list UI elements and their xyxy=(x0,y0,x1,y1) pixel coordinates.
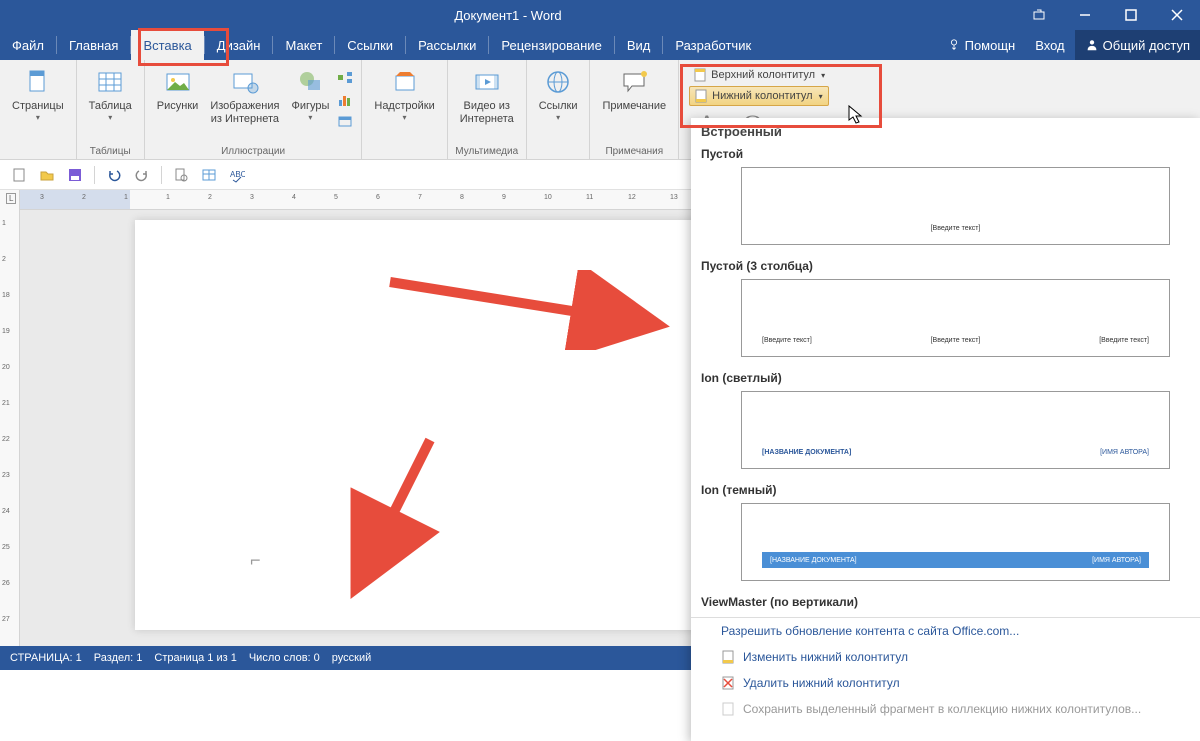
page-icon xyxy=(22,66,54,98)
comment-button[interactable]: Примечание xyxy=(596,64,672,115)
online-picture-icon xyxy=(229,66,261,98)
ribbon-tabs: Файл Главная Вставка Дизайн Макет Ссылки… xyxy=(0,30,1200,60)
edit-footer-item[interactable]: Изменить нижний колонтитул xyxy=(691,644,1200,670)
footer-button[interactable]: Нижний колонтитул▾ xyxy=(689,86,829,106)
shapes-button[interactable]: Фигуры▾ xyxy=(285,64,335,124)
online-pictures-button[interactable]: Изображения из Интернета xyxy=(204,64,285,128)
minimize-button[interactable] xyxy=(1062,0,1108,30)
document-page[interactable]: ⌐ xyxy=(135,220,695,630)
footer-gallery-dropdown: Встроенный Пустой [Введите текст] Пустой… xyxy=(691,118,1200,741)
footer-preset-ion-dark[interactable]: [НАЗВАНИЕ ДОКУМЕНТА][ИМЯ АВТОРА] xyxy=(741,503,1170,581)
tab-references[interactable]: Ссылки xyxy=(335,30,405,60)
store-icon xyxy=(389,66,421,98)
save-to-gallery-item: Сохранить выделенный фрагмент в коллекци… xyxy=(691,696,1200,722)
addins-button[interactable]: Надстройки▾ xyxy=(368,64,440,124)
link-icon xyxy=(542,66,574,98)
shapes-icon xyxy=(294,66,326,98)
online-video-button[interactable]: Видео из Интернета xyxy=(454,64,520,128)
save-button[interactable] xyxy=(64,164,86,186)
close-button[interactable] xyxy=(1154,0,1200,30)
tab-developer[interactable]: Разработчик xyxy=(663,30,763,60)
new-doc-button[interactable] xyxy=(8,164,30,186)
undo-button[interactable] xyxy=(103,164,125,186)
tab-design[interactable]: Дизайн xyxy=(205,30,273,60)
ribbon-display-options-icon[interactable] xyxy=(1016,0,1062,30)
maximize-button[interactable] xyxy=(1108,0,1154,30)
table-icon xyxy=(94,66,126,98)
tab-mailings[interactable]: Рассылки xyxy=(406,30,488,60)
status-page-of[interactable]: Страница 1 из 1 xyxy=(154,652,236,664)
picture-icon xyxy=(162,66,194,98)
video-icon xyxy=(471,66,503,98)
footer-preset-ion-light[interactable]: [НАЗВАНИЕ ДОКУМЕНТА][ИМЯ АВТОРА] xyxy=(741,391,1170,469)
remove-footer-item[interactable]: Удалить нижний колонтитул xyxy=(691,670,1200,696)
status-language[interactable]: русский xyxy=(332,652,371,664)
title-bar: Документ1 - Word xyxy=(0,0,1200,30)
tab-file[interactable]: Файл xyxy=(0,30,56,60)
vertical-ruler[interactable]: L 1218192021222324252627 xyxy=(0,190,20,646)
allow-office-update-item[interactable]: Разрешить обновление контента с сайта Of… xyxy=(691,618,1200,644)
tab-insert[interactable]: Вставка xyxy=(131,30,203,60)
smartart-button[interactable] xyxy=(335,68,355,88)
screenshot-button[interactable] xyxy=(335,112,355,132)
chart-button[interactable] xyxy=(335,90,355,110)
table-button[interactable]: Таблица▾ xyxy=(83,64,138,124)
header-button[interactable]: Верхний колонтитул▾ xyxy=(689,66,829,84)
footer-icon xyxy=(694,89,708,103)
open-button[interactable] xyxy=(36,164,58,186)
status-section[interactable]: Раздел: 1 xyxy=(94,652,143,664)
tell-me-button[interactable]: Помощн xyxy=(937,30,1026,60)
tab-layout[interactable]: Макет xyxy=(273,30,334,60)
comment-icon xyxy=(618,66,650,98)
pages-button[interactable]: Страницы▾ xyxy=(6,64,70,124)
tab-view[interactable]: Вид xyxy=(615,30,663,60)
tab-review[interactable]: Рецензирование xyxy=(489,30,613,60)
share-button[interactable]: Общий доступ xyxy=(1075,30,1200,60)
print-preview-button[interactable] xyxy=(170,164,192,186)
window-title: Документ1 - Word xyxy=(339,8,678,23)
pictures-button[interactable]: Рисунки xyxy=(151,64,205,115)
footer-preset-blank-3col[interactable]: [Введите текст][Введите текст][Введите т… xyxy=(741,279,1170,357)
header-icon xyxy=(693,68,707,82)
status-word-count[interactable]: Число слов: 0 xyxy=(249,652,320,664)
svg-text:ABC: ABC xyxy=(230,170,245,179)
table-quick-button[interactable] xyxy=(198,164,220,186)
redo-button[interactable] xyxy=(131,164,153,186)
signin-button[interactable]: Вход xyxy=(1025,30,1074,60)
paragraph-mark-icon: ⌐ xyxy=(250,550,261,571)
tab-home[interactable]: Главная xyxy=(57,30,130,60)
footer-preset-blank[interactable]: [Введите текст] xyxy=(741,167,1170,245)
links-button[interactable]: Ссылки▾ xyxy=(533,64,584,124)
spelling-button[interactable]: ABC xyxy=(226,164,248,186)
status-page[interactable]: СТРАНИЦА: 1 xyxy=(10,652,82,664)
